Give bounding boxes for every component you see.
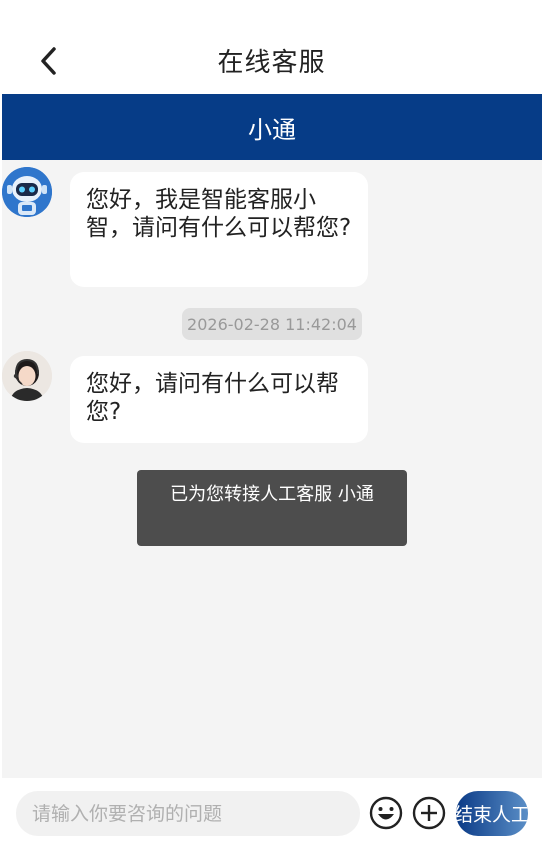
robot-avatar [2, 167, 52, 217]
emoji-button[interactable] [369, 796, 403, 830]
more-button[interactable] [412, 796, 446, 830]
plus-icon [412, 796, 446, 830]
chat-area: 您好，我是智能客服小智，请问有什么可以帮您? 2026-02-28 11:42:… [2, 160, 542, 778]
message-input[interactable] [16, 791, 360, 836]
agent-name-bar: 小通 [2, 94, 542, 160]
input-bar: 结束人工 [0, 778, 543, 848]
end-human-service-button[interactable]: 结束人工 [456, 791, 528, 836]
bot-message-bubble: 您好，我是智能客服小智，请问有什么可以帮您? [70, 172, 368, 287]
page-title: 在线客服 [217, 48, 326, 78]
message-timestamp: 2026-02-28 11:42:04 [182, 308, 362, 340]
agent-message-bubble: 您好，请问有什么可以帮您? [70, 356, 368, 443]
header: 在线客服 [0, 0, 543, 94]
emoji-icon [369, 796, 403, 830]
agent-avatar [2, 351, 52, 401]
transfer-toast: 已为您转接人工客服 小通 [137, 470, 407, 546]
